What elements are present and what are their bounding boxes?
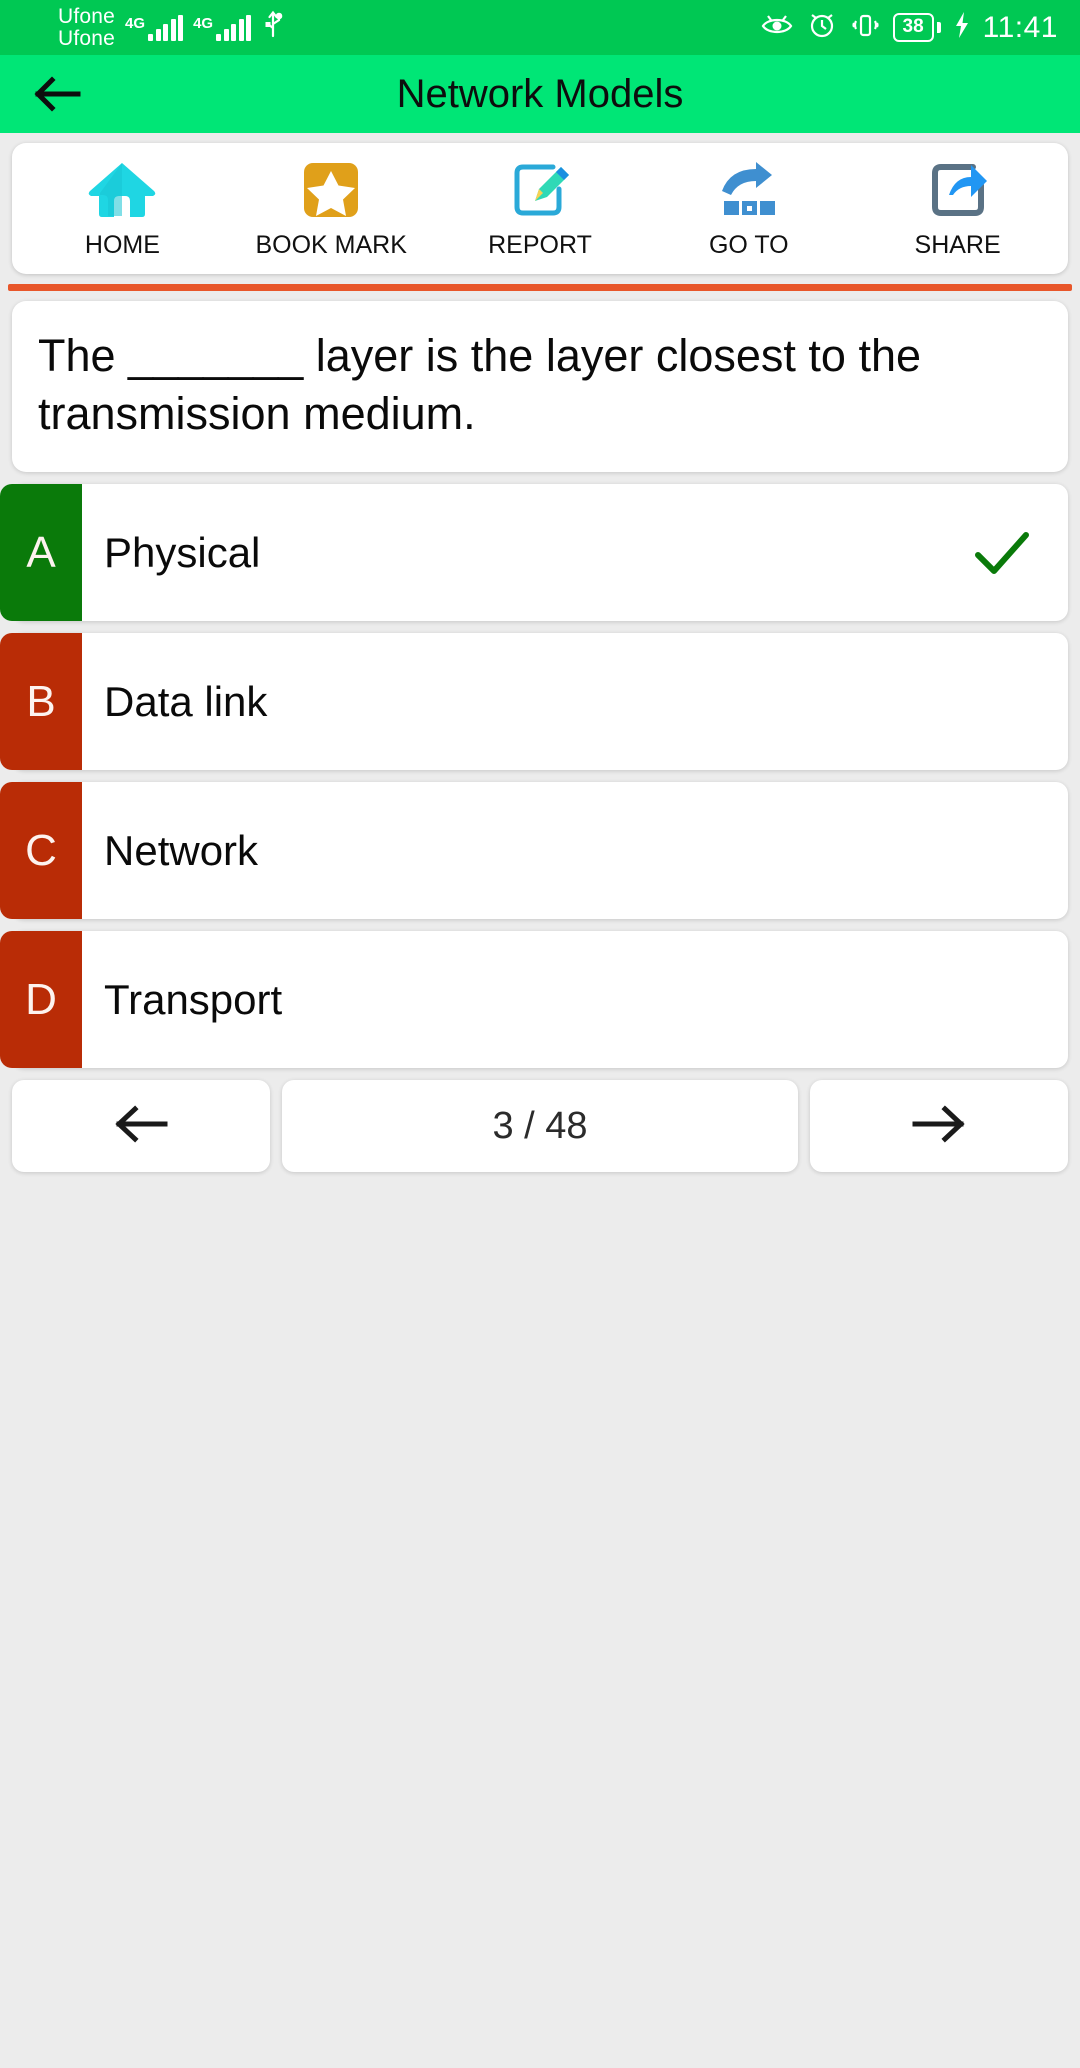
vibrate-icon (850, 10, 880, 45)
previous-question-button[interactable] (12, 1080, 270, 1173)
toolbar-label-home: HOME (84, 231, 160, 259)
status-bar-left: Ufone Ufone 4G 4G (58, 6, 285, 49)
toolbar-label-report: REPORT (488, 231, 592, 259)
toolbar-item-share[interactable]: SHARE (853, 159, 1062, 260)
charging-bolt-icon (954, 11, 970, 44)
question-counter-text: 3 / 48 (492, 1104, 588, 1147)
options-list: A Physical B Data link C Network D Trans… (0, 484, 1080, 1069)
question-navigation: 3 / 48 (12, 1080, 1068, 1173)
status-bar: Ufone Ufone 4G 4G 38 11:41 (0, 0, 1080, 55)
question-card: The _______ layer is the layer closest t… (12, 301, 1068, 473)
signal-bars-icon (148, 14, 184, 41)
option-label-d: Transport (104, 975, 283, 1023)
toolbar-item-home[interactable]: HOME (18, 159, 227, 260)
home-icon (86, 159, 158, 221)
toolbar-item-report[interactable]: REPORT (436, 159, 645, 260)
next-question-button[interactable] (810, 1080, 1068, 1173)
section-divider (8, 284, 1072, 291)
question-text: The _______ layer is the layer closest t… (38, 330, 922, 439)
eye-care-icon (760, 12, 794, 43)
arrow-right-icon (911, 1103, 967, 1150)
page-title: Network Models (396, 71, 684, 116)
report-edit-icon (509, 159, 571, 221)
bookmark-star-icon (300, 159, 362, 221)
option-row-b[interactable]: B Data link (0, 633, 1068, 771)
sim2-signal: 4G (193, 14, 252, 41)
toolbar-label-goto: GO TO (708, 231, 789, 259)
option-badge-c: C (0, 782, 82, 920)
sim2-network-label: 4G (193, 14, 214, 32)
go-to-icon (716, 159, 782, 221)
action-toolbar: HOME BOOK MARK REPORT GO TO SHARE (12, 143, 1068, 274)
alarm-clock-icon (807, 10, 837, 45)
status-clock: 11:41 (982, 10, 1058, 44)
sim1-network-label: 4G (125, 14, 146, 32)
carrier-names: Ufone Ufone (58, 6, 115, 49)
toolbar-label-bookmark: BOOK MARK (255, 231, 407, 259)
toolbar-item-goto[interactable]: GO TO (644, 159, 853, 260)
option-row-d[interactable]: D Transport (0, 931, 1068, 1069)
app-bar: Network Models (0, 55, 1080, 133)
option-label-a: Physical (104, 528, 261, 576)
option-label-c: Network (104, 826, 259, 874)
arrow-left-icon (113, 1103, 169, 1150)
sim1-carrier: Ufone (58, 5, 116, 29)
question-counter: 3 / 48 (282, 1080, 798, 1173)
battery-cap-icon (936, 22, 941, 33)
option-row-c[interactable]: C Network (0, 782, 1068, 920)
option-badge-a: A (0, 484, 82, 622)
option-badge-d: D (0, 931, 82, 1069)
toolbar-item-bookmark[interactable]: BOOK MARK (227, 159, 436, 260)
sim1-signal: 4G (125, 14, 184, 41)
usb-icon (261, 10, 285, 45)
battery-indicator: 38 (892, 13, 934, 42)
option-label-b: Data link (104, 677, 268, 725)
check-mark-icon (974, 529, 1030, 577)
status-bar-right: 38 11:41 (760, 10, 1059, 45)
option-row-a[interactable]: A Physical (0, 484, 1068, 622)
toolbar-label-share: SHARE (914, 231, 1001, 259)
option-badge-b: B (0, 633, 82, 771)
signal-bars-icon (216, 14, 252, 41)
sim2-carrier: Ufone (58, 26, 116, 50)
share-icon (927, 159, 989, 221)
back-arrow-icon[interactable] (30, 67, 84, 121)
